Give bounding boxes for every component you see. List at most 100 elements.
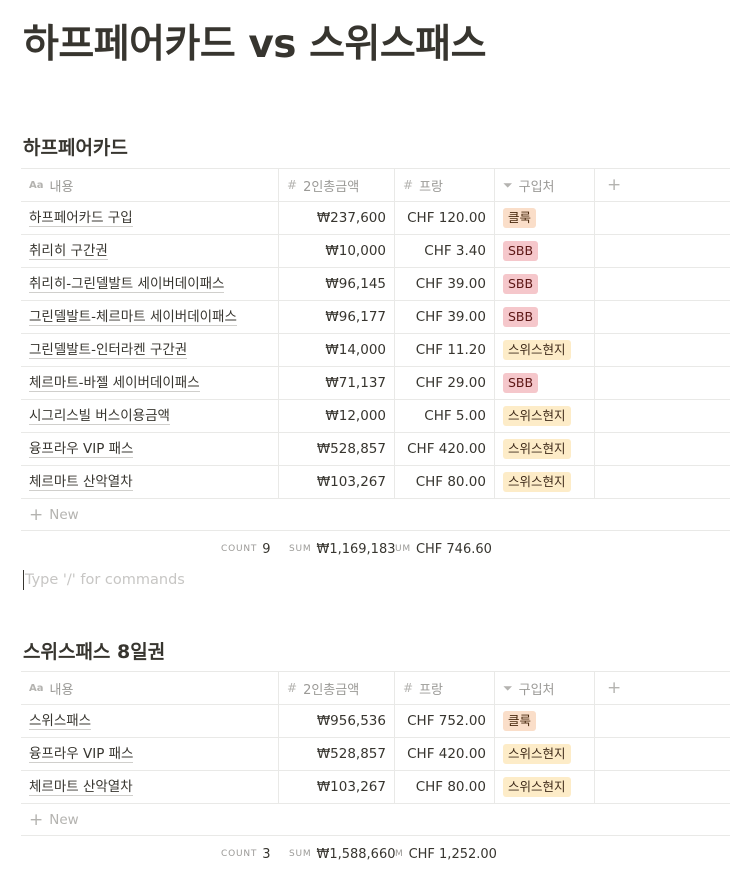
table-row[interactable]: 체르마트 산악열차 ₩103,267 CHF 80.00 스위스현지 (21, 771, 730, 804)
row-title[interactable]: 그린델발트-체르마트 세이버데이패스 (29, 309, 237, 326)
section-title-swisspass[interactable]: 스위스패스 8일권 (23, 637, 165, 664)
cell-chf[interactable]: CHF 39.00 (395, 268, 495, 300)
cell-chf[interactable]: CHF 120.00 (395, 202, 495, 234)
row-title[interactable]: 체르마트 산악열차 (29, 474, 133, 491)
plus-icon: + (29, 504, 44, 525)
cell-store[interactable]: 스위스현지 (495, 738, 595, 770)
row-title[interactable]: 융프라우 VIP 패스 (29, 746, 134, 763)
row-title[interactable]: 시그리스빌 버스이용금액 (29, 408, 170, 425)
calc-label: SUM (289, 544, 312, 554)
table-row[interactable]: 스위스패스 ₩956,536 CHF 752.00 클룩 (21, 705, 730, 738)
row-title[interactable]: 취리히-그린델발트 세이버데이패스 (29, 276, 225, 293)
column-header-chf[interactable]: # 프랑 (395, 672, 495, 704)
row-title[interactable]: 융프라우 VIP 패스 (29, 441, 134, 458)
row-title[interactable]: 그린델발트-인터라켄 구간권 (29, 342, 188, 359)
column-header-name[interactable]: Aa 내용 (21, 672, 279, 704)
row-title[interactable]: 체르마트-바젤 세이버데이패스 (29, 375, 200, 392)
row-title[interactable]: 체르마트 산악열차 (29, 779, 133, 796)
cell-amount[interactable]: ₩10,000 (279, 235, 395, 267)
cell-store[interactable]: 스위스현지 (495, 400, 595, 432)
calc-value: CHF 746.60 (415, 541, 492, 557)
cell-store[interactable]: 클룩 (495, 705, 595, 737)
sum-amount-calculation[interactable]: SUM ₩1,169,183 (289, 533, 395, 565)
column-header-amount[interactable]: # 2인총금액 (279, 169, 395, 201)
table-row[interactable]: 시그리스빌 버스이용금액 ₩12,000 CHF 5.00 스위스현지 (21, 400, 730, 433)
cell-name[interactable]: 하프페어카드 구입 (21, 202, 279, 234)
cell-store[interactable]: 스위스현지 (495, 466, 595, 498)
row-title[interactable]: 취리히 구간권 (29, 243, 108, 260)
cell-name[interactable]: 취리히-그린델발트 세이버데이패스 (21, 268, 279, 300)
cell-store[interactable]: 스위스현지 (495, 433, 595, 465)
cell-name[interactable]: 그린델발트-체르마트 세이버데이패스 (21, 301, 279, 333)
cell-store[interactable]: 스위스현지 (495, 771, 595, 803)
cell-chf[interactable]: CHF 80.00 (395, 771, 495, 803)
table-row[interactable]: 하프페어카드 구입 ₩237,600 CHF 120.00 클룩 (21, 202, 730, 235)
cell-name[interactable]: 스위스패스 (21, 705, 279, 737)
table-row[interactable]: 그린델발트-체르마트 세이버데이패스 ₩96,177 CHF 39.00 SBB (21, 301, 730, 334)
cell-chf[interactable]: CHF 11.20 (395, 334, 495, 366)
cell-chf[interactable]: CHF 29.00 (395, 367, 495, 399)
cell-amount[interactable]: ₩103,267 (279, 466, 395, 498)
cell-amount[interactable]: ₩14,000 (279, 334, 395, 366)
count-calculation[interactable]: COUNT 3 (221, 838, 270, 870)
cell-store[interactable]: 스위스현지 (495, 334, 595, 366)
column-header-chf[interactable]: # 프랑 (395, 169, 495, 201)
table-row[interactable]: 그린델발트-인터라켄 구간권 ₩14,000 CHF 11.20 스위스현지 (21, 334, 730, 367)
cell-chf[interactable]: CHF 39.00 (395, 301, 495, 333)
table-row[interactable]: 체르마트 산악열차 ₩103,267 CHF 80.00 스위스현지 (21, 466, 730, 499)
table-row[interactable]: 체르마트-바젤 세이버데이패스 ₩71,137 CHF 29.00 SBB (21, 367, 730, 400)
cell-amount[interactable]: ₩12,000 (279, 400, 395, 432)
cell-name[interactable]: 융프라우 VIP 패스 (21, 433, 279, 465)
cell-store[interactable]: SBB (495, 367, 595, 399)
column-header-store[interactable]: ⏷ 구입처 (495, 169, 595, 201)
sum-chf-calculation[interactable]: UM CHF 746.60 (395, 533, 492, 565)
cell-name[interactable]: 체르마트 산악열차 (21, 771, 279, 803)
table-row[interactable]: 융프라우 VIP 패스 ₩528,857 CHF 420.00 스위스현지 (21, 433, 730, 466)
cell-store[interactable]: SBB (495, 268, 595, 300)
table-row[interactable]: 취리히 구간권 ₩10,000 CHF 3.40 SBB (21, 235, 730, 268)
cell-chf[interactable]: CHF 80.00 (395, 466, 495, 498)
cell-store[interactable]: SBB (495, 235, 595, 267)
add-column-button[interactable]: + (595, 672, 730, 704)
add-column-button[interactable]: + (595, 169, 730, 201)
cell-amount[interactable]: ₩103,267 (279, 771, 395, 803)
page-title[interactable]: 하프페어카드 vs 스위스패스 (23, 18, 486, 72)
cell-amount[interactable]: ₩71,137 (279, 367, 395, 399)
cell-name[interactable]: 취리히 구간권 (21, 235, 279, 267)
cell-chf[interactable]: CHF 5.00 (395, 400, 495, 432)
store-tag: 스위스현지 (503, 472, 571, 492)
cell-store[interactable]: 클룩 (495, 202, 595, 234)
cell-name[interactable]: 융프라우 VIP 패스 (21, 738, 279, 770)
new-row-button[interactable]: + New (21, 804, 730, 836)
cell-amount[interactable]: ₩528,857 (279, 738, 395, 770)
cell-amount[interactable]: ₩237,600 (279, 202, 395, 234)
count-calculation[interactable]: COUNT 9 (221, 533, 270, 565)
cell-name[interactable]: 체르마트 산악열차 (21, 466, 279, 498)
row-title[interactable]: 하프페어카드 구입 (29, 210, 133, 227)
command-placeholder[interactable]: Type '/' for commands (23, 570, 185, 590)
column-header-store[interactable]: ⏷ 구입처 (495, 672, 595, 704)
cell-chf[interactable]: CHF 752.00 (395, 705, 495, 737)
cell-name[interactable]: 시그리스빌 버스이용금액 (21, 400, 279, 432)
cell-amount[interactable]: ₩956,536 (279, 705, 395, 737)
table-row[interactable]: 융프라우 VIP 패스 ₩528,857 CHF 420.00 스위스현지 (21, 738, 730, 771)
section-title-halfare[interactable]: 하프페어카드 (23, 133, 128, 160)
sum-chf-calculation[interactable]: M CHF 1,252.00 (395, 838, 497, 870)
cell-amount[interactable]: ₩96,177 (279, 301, 395, 333)
chf-value: CHF 420.00 (407, 746, 486, 762)
table-row[interactable]: 취리히-그린델발트 세이버데이패스 ₩96,145 CHF 39.00 SBB (21, 268, 730, 301)
column-header-amount[interactable]: # 2인총금액 (279, 672, 395, 704)
cell-amount[interactable]: ₩96,145 (279, 268, 395, 300)
sum-amount-calculation[interactable]: SUM ₩1,588,660 (289, 838, 395, 870)
column-header-name[interactable]: Aa 내용 (21, 169, 279, 201)
cell-amount[interactable]: ₩528,857 (279, 433, 395, 465)
new-row-button[interactable]: + New (21, 499, 730, 531)
amount-value: ₩528,857 (316, 441, 386, 457)
cell-chf[interactable]: CHF 3.40 (395, 235, 495, 267)
cell-chf[interactable]: CHF 420.00 (395, 433, 495, 465)
cell-name[interactable]: 체르마트-바젤 세이버데이패스 (21, 367, 279, 399)
cell-name[interactable]: 그린델발트-인터라켄 구간권 (21, 334, 279, 366)
row-title[interactable]: 스위스패스 (29, 713, 92, 730)
cell-chf[interactable]: CHF 420.00 (395, 738, 495, 770)
cell-store[interactable]: SBB (495, 301, 595, 333)
